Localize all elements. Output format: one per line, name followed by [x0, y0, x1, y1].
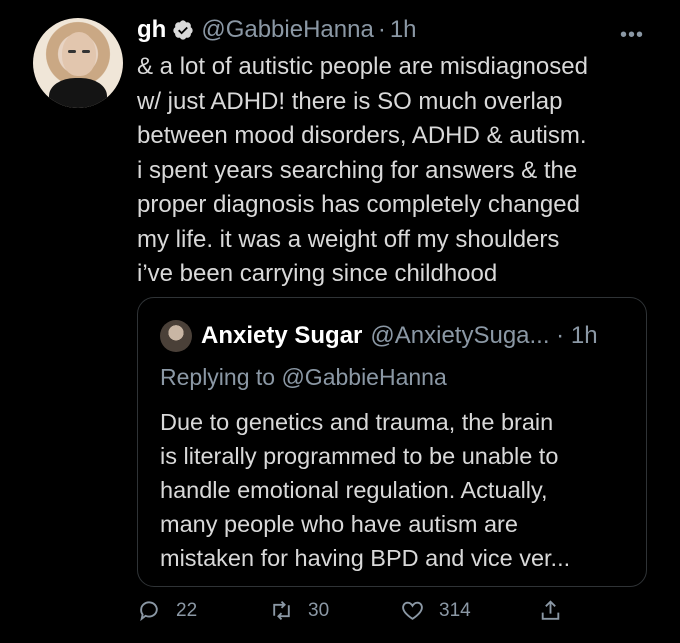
separator-dot: ·	[377, 16, 386, 43]
like-count: 314	[439, 599, 471, 621]
quote-header: Anxiety Sugar @AnxietySuga... · 1h	[160, 320, 598, 352]
quote-author-name: Anxiety Sugar	[201, 322, 363, 349]
verified-badge-icon	[173, 20, 193, 40]
quote-text: Due to genetics and trauma, the brain is…	[160, 409, 571, 571]
reply-count: 22	[176, 599, 198, 621]
avatar-face	[62, 32, 96, 76]
author-name[interactable]: gh	[137, 16, 166, 44]
tweet-time[interactable]: 1h	[390, 16, 417, 44]
reply-button[interactable]: 22	[137, 598, 197, 623]
reply-icon	[140, 601, 158, 622]
tweet: gh @GabbieHanna · 1h ••• & a lot of auti…	[0, 0, 680, 643]
quote-avatar	[160, 320, 192, 352]
author-handle[interactable]: @GabbieHanna	[201, 16, 373, 44]
quoted-tweet[interactable]: Anxiety Sugar @AnxietySuga... · 1h Reply…	[137, 297, 647, 587]
tweet-text: & a lot of autistic people are misdiagno…	[137, 53, 588, 287]
heart-icon	[402, 601, 423, 620]
share-icon	[541, 600, 560, 620]
more-options-icon[interactable]: •••	[620, 24, 644, 47]
share-button[interactable]	[538, 598, 577, 623]
retweet-count: 30	[308, 599, 330, 621]
tweet-actions: 22 30 314	[137, 598, 567, 632]
quote-handle-time: @AnxietySuga... · 1h	[370, 322, 598, 349]
avatar-shoulders	[49, 78, 107, 108]
tweet-header: gh @GabbieHanna · 1h	[137, 14, 417, 46]
like-button[interactable]: 314	[400, 598, 471, 623]
retweet-icon	[273, 600, 290, 621]
retweet-button[interactable]: 30	[269, 598, 329, 623]
avatar-eye-right	[82, 50, 90, 53]
author-avatar[interactable]	[33, 18, 123, 108]
quote-replying-to: Replying to @GabbieHanna	[160, 364, 447, 390]
avatar-eye-left	[68, 50, 76, 53]
